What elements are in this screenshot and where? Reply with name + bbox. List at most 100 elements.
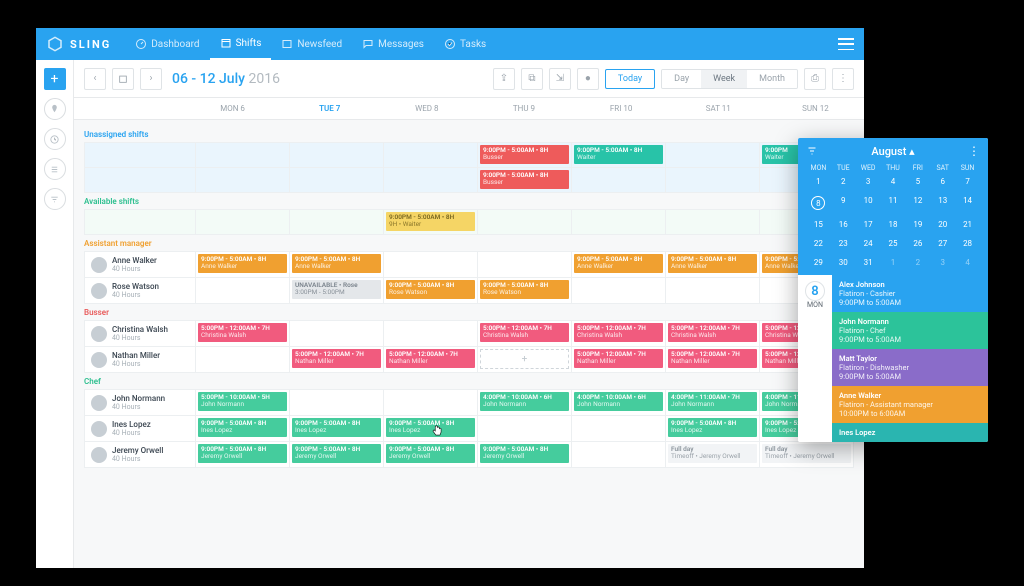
shift-block[interactable]: 4:00PM - 11:00AM • 7HJohn Normann	[668, 392, 757, 411]
schedule-cell[interactable]	[665, 143, 759, 167]
shift-block[interactable]: Full dayTimeoff • Jeremy Orwell	[762, 444, 851, 463]
schedule-cell[interactable]	[477, 416, 571, 441]
shift-block[interactable]: 4:00PM - 10:00AM • 6HJohn Normann	[480, 392, 569, 411]
mini-cal-day[interactable]: 22	[806, 237, 831, 250]
shift-block[interactable]: 9:00PM - 5:00AM • 8HBusser	[480, 145, 569, 164]
schedule-cell[interactable]: Full dayTimeoff • Jeremy Orwell	[665, 442, 759, 467]
day-header-fri-10[interactable]: FRI 10	[573, 98, 670, 120]
schedule-cell[interactable]: 9:00PM - 5:00AM • 8HAnne Walker	[195, 252, 289, 277]
shift-block[interactable]: 9:00PM - 5:00AM • 8HAnne Walker	[198, 254, 287, 273]
mini-cal-day[interactable]: 13	[930, 194, 955, 212]
shift-block[interactable]: 9:00PM - 5:00AM • 8HAnne Walker	[292, 254, 381, 273]
nav-tasks[interactable]: Tasks	[434, 28, 496, 60]
shift-block[interactable]: UNAVAILABLE • Rose3:00PM - 5:00PM	[292, 280, 381, 299]
day-header-mon-6[interactable]: MON 6	[184, 98, 281, 120]
shift-block[interactable]: 9:00PM - 5:00AM • 8HBusser	[480, 170, 569, 189]
view-month[interactable]: Month	[747, 70, 797, 88]
shift-block[interactable]: 5:00PM - 12:00AM • 7HChristina Walsh	[574, 323, 663, 342]
mini-cal-day[interactable]: 11	[881, 194, 906, 212]
schedule-cell[interactable]: 5:00PM - 12:00AM • 7HChristina Walsh	[571, 321, 665, 346]
shift-block[interactable]: 9:00PM - 5:00AM • 8HJeremy Orwell	[480, 444, 569, 463]
schedule-cell[interactable]: 9:00PM - 5:00AM • 8HInes Lopez	[289, 416, 383, 441]
schedule-cell[interactable]	[195, 168, 289, 192]
shift-block[interactable]: 5:00PM - 12:00AM • 7HNathan Miller	[386, 349, 475, 368]
mini-cal-day[interactable]: 4	[881, 175, 906, 188]
mini-cal-day[interactable]: 6	[930, 175, 955, 188]
schedule-cell[interactable]	[195, 278, 289, 303]
mini-cal-day[interactable]: 27	[930, 237, 955, 250]
mini-cal-day[interactable]: 15	[806, 218, 831, 231]
schedule-cell[interactable]: 9:00PM - 5:00AM • 8HInes Lopez	[383, 416, 477, 441]
shift-block[interactable]: 9:00PM - 5:00AM • 8HWaiter	[574, 145, 663, 164]
mini-cal-day[interactable]: 18	[881, 218, 906, 231]
mini-cal-day[interactable]: 10	[856, 194, 881, 212]
mini-cal-day[interactable]: 3	[856, 175, 881, 188]
schedule-cell[interactable]: 9:00PM - 5:00AM • 8HRose Watson	[477, 278, 571, 303]
mini-cal-event[interactable]: Anne WalkerFlatiron - Assistant manager1…	[832, 386, 988, 423]
schedule-cell[interactable]: 4:00PM - 10:00AM • 6HJohn Normann	[477, 390, 571, 415]
schedule-cell[interactable]	[289, 168, 383, 192]
schedule-cell[interactable]: UNAVAILABLE • Rose3:00PM - 5:00PM	[289, 278, 383, 303]
shift-block[interactable]: 9:00PM - 5:00AM • 8HAnne Walker	[574, 254, 663, 273]
sidebar-filter-icon[interactable]	[44, 188, 66, 210]
schedule-cell[interactable]	[195, 210, 289, 234]
schedule-cell[interactable]: 5:00PM - 12:00AM • 7HNathan Miller	[571, 347, 665, 372]
shift-block[interactable]: 4:00PM - 10:00AM • 6HJohn Normann	[574, 392, 663, 411]
mini-cal-day[interactable]: 31	[856, 256, 881, 269]
view-day[interactable]: Day	[662, 70, 701, 88]
mini-cal-day[interactable]: 23	[831, 237, 856, 250]
today-button[interactable]: Today	[605, 69, 655, 89]
schedule-cell[interactable]: 9:00PM - 5:00AM • 8HBusser	[477, 143, 571, 167]
schedule-cell[interactable]	[289, 143, 383, 167]
schedule-cell[interactable]: Full dayTimeoff • Jeremy Orwell	[759, 442, 853, 467]
mini-cal-day[interactable]: 29	[806, 256, 831, 269]
mini-cal-day[interactable]: 3	[930, 256, 955, 269]
shift-block[interactable]: 9:00PM - 5:00AM • 8HInes Lopez	[668, 418, 757, 437]
schedule-cell[interactable]: 5:00PM - 12:00AM • 7HChristina Walsh	[665, 321, 759, 346]
schedule-cell[interactable]: 5:00PM - 12:00AM • 7HChristina Walsh	[195, 321, 289, 346]
sidebar-list-icon[interactable]	[44, 158, 66, 180]
mini-cal-day[interactable]: 25	[881, 237, 906, 250]
calendar-button[interactable]	[112, 68, 134, 90]
mini-cal-day[interactable]: 28	[955, 237, 980, 250]
shift-block[interactable]: 5:00PM - 12:00AM • 7HChristina Walsh	[668, 323, 757, 342]
schedule-cell[interactable]: 9:00PM - 5:00AM • 8HJeremy Orwell	[477, 442, 571, 467]
schedule-cell[interactable]	[571, 210, 665, 234]
schedule-cell[interactable]: 9:00PM - 5:00AM • 8HRose Watson	[383, 278, 477, 303]
share-button[interactable]: ⇲	[549, 68, 571, 90]
mini-cal-event[interactable]: Ines Lopez	[832, 423, 988, 442]
record-button[interactable]: ●	[577, 68, 599, 90]
schedule-cell[interactable]	[289, 390, 383, 415]
mini-cal-day[interactable]: 17	[856, 218, 881, 231]
schedule-cell[interactable]	[571, 442, 665, 467]
shift-block[interactable]: 9:00PM - 5:00AM • 8HInes Lopez	[198, 418, 287, 437]
schedule-cell[interactable]	[289, 210, 383, 234]
view-week[interactable]: Week	[701, 70, 747, 88]
shift-block[interactable]: 9:00PM - 5:00AM • 8HInes Lopez	[386, 418, 475, 437]
schedule-cell[interactable]: 9:00PM - 5:00AM • 8HBusser	[477, 168, 571, 192]
mini-cal-event[interactable]: Matt TaylorFlatiron - Dishwasher9:00PM t…	[832, 349, 988, 386]
schedule-cell[interactable]	[477, 210, 571, 234]
shift-block[interactable]: 5:00PM - 12:00AM • 7HChristina Walsh	[198, 323, 287, 342]
shift-block[interactable]: 9:00PM - 5:00AM • 8HRose Watson	[480, 280, 569, 299]
schedule-cell[interactable]: 4:00PM - 10:00AM • 6HJohn Normann	[571, 390, 665, 415]
day-header-wed-8[interactable]: WED 8	[378, 98, 475, 120]
brand-logo[interactable]: SLING	[46, 35, 111, 53]
more-button[interactable]: ⋮	[832, 68, 854, 90]
shift-block[interactable]: 9:00PM - 5:00AM • 8HJeremy Orwell	[198, 444, 287, 463]
mini-cal-day[interactable]: 24	[856, 237, 881, 250]
schedule-cell[interactable]	[571, 278, 665, 303]
sidebar-clock-icon[interactable]	[44, 128, 66, 150]
nav-shifts[interactable]: Shifts	[210, 28, 272, 60]
mini-cal-day[interactable]: 19	[905, 218, 930, 231]
schedule-cell[interactable]	[383, 168, 477, 192]
schedule-cell[interactable]: 5:00PM - 12:00AM • 7HNathan Miller	[289, 347, 383, 372]
mini-cal-day[interactable]: 30	[831, 256, 856, 269]
schedule-cell[interactable]: 5:00PM - 10:00AM • 5HJohn Normann	[195, 390, 289, 415]
sidebar-pin-icon[interactable]	[44, 98, 66, 120]
schedule-cell[interactable]	[195, 143, 289, 167]
schedule-cell[interactable]	[383, 390, 477, 415]
mini-cal-day[interactable]: 12	[905, 194, 930, 212]
nav-newsfeed[interactable]: Newsfeed	[271, 28, 352, 60]
day-header-sat-11[interactable]: SAT 11	[670, 98, 767, 120]
